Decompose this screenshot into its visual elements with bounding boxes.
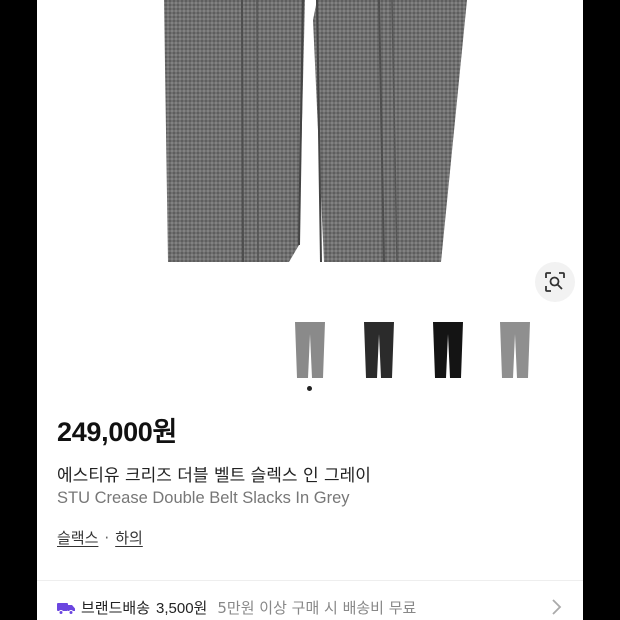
thumbnail-trousers-grey xyxy=(295,322,325,378)
thumbnail-2[interactable] xyxy=(351,318,407,382)
category-link-slacks[interactable]: 슬랙스 xyxy=(57,527,98,548)
right-black-bar xyxy=(583,0,620,620)
shipping-title: 브랜드배송 xyxy=(81,599,151,617)
chevron-right-icon[interactable] xyxy=(550,598,562,616)
category-link-bottoms[interactable]: 하의 xyxy=(115,527,143,548)
thumbnail-trousers-lightgrey xyxy=(500,322,530,378)
lens-search-button[interactable] xyxy=(535,262,575,302)
category-breadcrumb: 슬랙스 · 하의 xyxy=(57,527,143,548)
thumbnail-3[interactable] xyxy=(420,318,476,382)
thumbnail-strip xyxy=(37,318,583,388)
shipping-info-row[interactable]: 브랜드배송 3,500원 5만원 이상 구매 시 배송비 무료 xyxy=(57,597,416,618)
carousel-indicator-dot xyxy=(307,386,312,391)
truck-icon xyxy=(57,602,75,615)
category-separator: · xyxy=(104,528,110,547)
thumbnail-trousers-black xyxy=(433,322,463,378)
lens-search-icon xyxy=(545,272,565,292)
product-detail-screen: 249,000원 에스티유 크리즈 더블 벨트 슬렉스 인 그레이 STU Cr… xyxy=(37,0,583,620)
product-main-image[interactable] xyxy=(37,0,583,300)
shipping-condition: 5만원 이상 구매 시 배송비 무료 xyxy=(217,599,417,617)
left-black-bar xyxy=(0,0,37,620)
thumbnail-1[interactable] xyxy=(282,318,338,382)
thumbnail-4[interactable] xyxy=(487,318,543,382)
section-divider xyxy=(37,580,583,581)
product-name-korean: 에스티유 크리즈 더블 벨트 슬렉스 인 그레이 xyxy=(57,466,371,486)
product-price: 249,000원 xyxy=(57,417,178,447)
product-name-english: STU Crease Double Belt Slacks In Grey xyxy=(57,489,350,507)
thumbnail-trousers-charcoal xyxy=(364,322,394,378)
shipping-fee: 3,500원 xyxy=(156,600,208,617)
trousers-image xyxy=(164,0,467,263)
